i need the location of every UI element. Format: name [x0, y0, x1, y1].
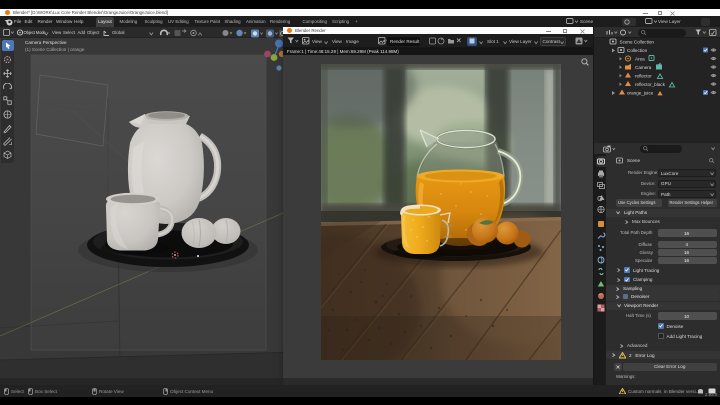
svg-text:Area: Area — [635, 57, 645, 62]
svg-text:orange_juice: orange_juice — [627, 91, 654, 96]
svg-text:reflector: reflector — [635, 74, 652, 79]
svg-text:Camera: Camera — [635, 65, 652, 70]
svg-text:reflector_black: reflector_black — [635, 82, 666, 87]
svg-text:Collection: Collection — [627, 48, 648, 53]
svg-text:Scene Collection: Scene Collection — [620, 40, 655, 45]
